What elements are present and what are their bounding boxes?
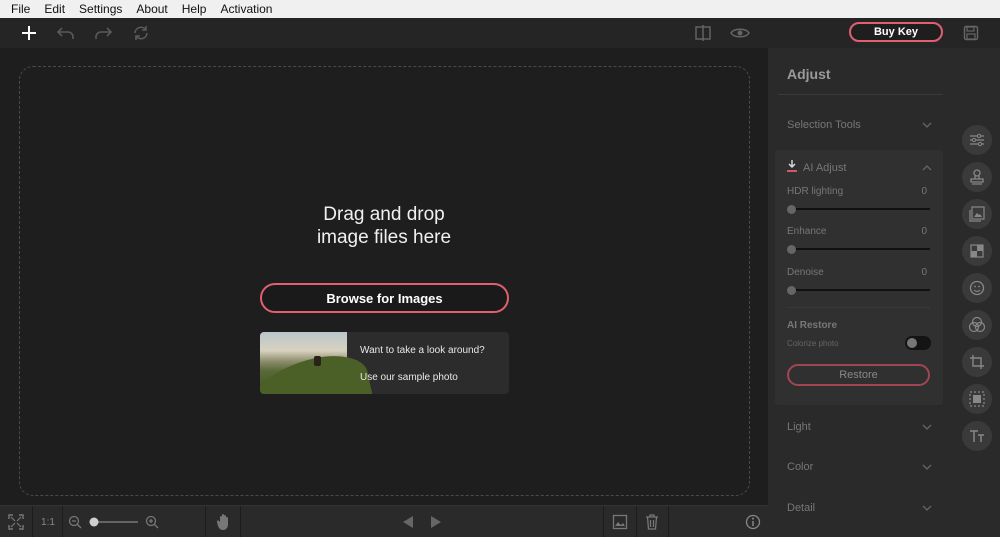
face-icon[interactable]: [962, 273, 992, 303]
section-color[interactable]: Color: [787, 461, 932, 473]
chevron-down-icon: [922, 461, 932, 473]
adjust-sliders-icon[interactable]: [962, 125, 992, 155]
undo-icon[interactable]: [54, 22, 78, 44]
chevron-up-icon: [922, 162, 932, 174]
slider-hdr-handle[interactable]: [787, 205, 796, 214]
menu-settings[interactable]: Settings: [72, 0, 129, 18]
section-color-label: Color: [787, 461, 814, 473]
sample-text-link[interactable]: Use our sample photo: [360, 372, 458, 383]
info-icon[interactable]: [743, 512, 763, 532]
zoom-1to1-button[interactable]: 1:1: [37, 512, 59, 532]
slider-enhance-track[interactable]: [789, 248, 930, 250]
menu-bar: File Edit Settings About Help Activation: [0, 0, 1000, 18]
slider-enhance-value: 0: [921, 226, 927, 237]
chevron-down-icon: [922, 421, 932, 433]
select-icon[interactable]: [962, 384, 992, 414]
image-icon[interactable]: [610, 512, 630, 532]
slider-denoise-name: Denoise: [787, 267, 824, 278]
menu-activation[interactable]: Activation: [213, 0, 279, 18]
canvas-area[interactable]: Drag and drop image files here Browse fo…: [0, 48, 768, 505]
section-detail[interactable]: Detail: [787, 502, 932, 514]
slider-hdr-label: HDR lighting 0: [787, 186, 927, 197]
section-detail-label: Detail: [787, 502, 816, 514]
section-light-label: Light: [787, 421, 811, 433]
slider-hdr-value: 0: [921, 186, 927, 197]
zoom-out-icon[interactable]: [67, 512, 83, 532]
download-icon: [787, 160, 797, 175]
sample-text-question: Want to take a look around?: [360, 345, 485, 356]
fit-screen-icon[interactable]: [6, 512, 26, 532]
panel-title: Adjust: [787, 66, 831, 82]
slider-denoise-handle[interactable]: [787, 286, 796, 295]
buy-key-button[interactable]: Buy Key: [849, 22, 943, 42]
sample-photo-thumbnail: [260, 332, 375, 394]
toolbar: Buy Key: [0, 18, 1000, 48]
slider-enhance-handle[interactable]: [787, 245, 796, 254]
hand-icon[interactable]: [214, 512, 234, 532]
section-selection-tools[interactable]: Selection Tools: [787, 119, 932, 131]
slider-hdr-track[interactable]: [789, 208, 930, 210]
zoom-slider[interactable]: [88, 512, 140, 532]
stamp-icon[interactable]: [962, 162, 992, 192]
menu-help[interactable]: Help: [175, 0, 214, 18]
menu-file[interactable]: File: [4, 0, 37, 18]
menu-about[interactable]: About: [129, 0, 174, 18]
browse-images-button[interactable]: Browse for Images: [260, 283, 509, 313]
drop-text-line1: Drag and drop: [323, 204, 445, 225]
compare-icon[interactable]: [691, 22, 715, 44]
slider-denoise-label: Denoise 0: [787, 267, 927, 278]
ai-restore-title: AI Restore: [787, 320, 838, 331]
save-icon[interactable]: [959, 22, 983, 44]
color-circles-icon[interactable]: [962, 310, 992, 340]
redo-icon[interactable]: [91, 22, 115, 44]
slider-denoise-track[interactable]: [789, 289, 930, 291]
drop-text-line2: image files here: [316, 227, 452, 248]
menu-edit[interactable]: Edit: [37, 0, 72, 18]
zoom-in-icon[interactable]: [144, 512, 160, 532]
section-ai-adjust-label: AI Adjust: [803, 161, 847, 174]
crop-icon[interactable]: [962, 347, 992, 377]
section-light[interactable]: Light: [787, 421, 932, 433]
colorize-label: Colorize photo: [787, 339, 839, 348]
preview-eye-icon[interactable]: [728, 22, 752, 44]
prev-arrow-icon[interactable]: [398, 512, 418, 532]
colorize-toggle[interactable]: [905, 336, 931, 350]
section-ai-adjust[interactable]: AI Adjust: [787, 160, 932, 175]
next-arrow-icon[interactable]: [426, 512, 446, 532]
sample-photo-card[interactable]: Want to take a look around? Use our samp…: [260, 332, 509, 394]
reset-icon[interactable]: [129, 22, 153, 44]
bottom-bar: 1:1: [0, 505, 768, 537]
text-icon[interactable]: [962, 421, 992, 451]
trash-icon[interactable]: [642, 512, 662, 532]
panel-divider: [778, 94, 943, 95]
chevron-down-icon: [922, 119, 932, 131]
slider-denoise-value: 0: [921, 267, 927, 278]
slider-enhance-label: Enhance 0: [787, 226, 927, 237]
slider-enhance-name: Enhance: [787, 226, 827, 237]
add-icon[interactable]: [17, 22, 41, 44]
slider-hdr-name: HDR lighting: [787, 186, 844, 197]
ai-divider: [787, 307, 930, 308]
section-selection-tools-label: Selection Tools: [787, 119, 861, 131]
image-layers-icon[interactable]: [962, 199, 992, 229]
restore-button[interactable]: Restore: [787, 364, 930, 386]
chevron-down-icon: [922, 502, 932, 514]
grid-icon[interactable]: [962, 236, 992, 266]
drop-zone[interactable]: [19, 66, 750, 496]
